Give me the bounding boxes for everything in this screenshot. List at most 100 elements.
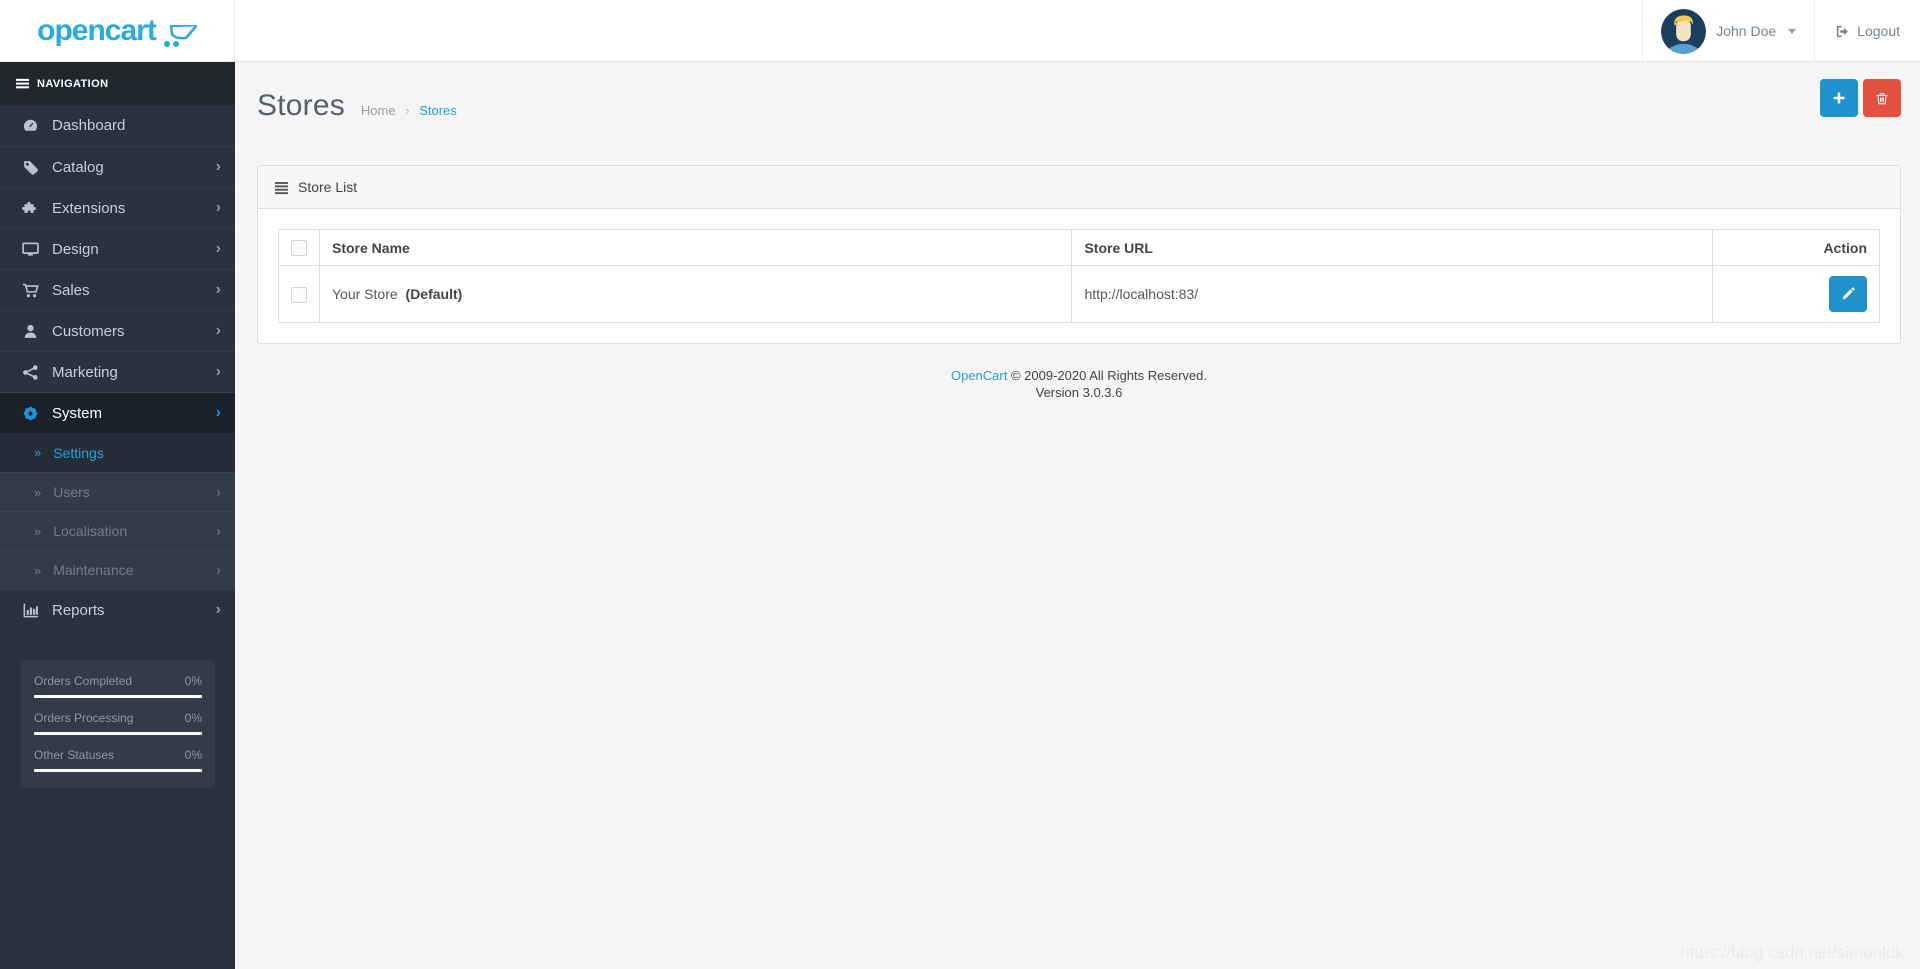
chevron-right-icon: ›	[215, 199, 221, 216]
stat-label: Other Statuses	[34, 748, 115, 762]
chevron-right-icon: ›	[216, 561, 221, 579]
select-all-checkbox[interactable]	[291, 240, 307, 257]
trash-icon	[1875, 91, 1889, 106]
sidebar-item-marketing[interactable]: Marketing ›	[0, 351, 235, 392]
watermark: https://blog.csdn.net/simonluk	[1680, 943, 1904, 962]
delete-store-button[interactable]	[1863, 79, 1901, 117]
progress-bar	[34, 695, 202, 698]
tag-icon	[22, 159, 39, 176]
navigation-header: NAVIGATION	[0, 62, 235, 105]
version-text: Version 3.0.3.6	[1035, 385, 1123, 401]
chevron-right-icon: ›	[215, 363, 221, 380]
sidebar-item-customers[interactable]: Customers ›	[0, 310, 235, 351]
sidebar-item-label: Sales	[52, 281, 90, 299]
page-actions	[1820, 77, 1901, 117]
stat-label: Orders Completed	[34, 674, 133, 688]
monitor-icon	[22, 241, 39, 258]
plus-icon	[1832, 91, 1846, 105]
sidebar-item-system[interactable]: System ›	[0, 392, 235, 433]
list-icon	[274, 180, 289, 195]
sidebar-item-catalog[interactable]: Catalog ›	[0, 146, 235, 187]
store-name: Your Store	[332, 286, 398, 303]
logout-button[interactable]: Logout	[1814, 0, 1920, 62]
store-url-cell: http://localhost:83/	[1071, 265, 1713, 324]
main-content: Stores Home › Stores Store List Store Na…	[235, 62, 1920, 969]
sidebar-item-dashboard[interactable]: Dashboard	[0, 105, 235, 146]
bar-chart-icon	[22, 602, 39, 619]
user-icon	[22, 323, 39, 340]
sidebar-item-label: Design	[52, 240, 99, 258]
page-header: Stores Home › Stores	[257, 77, 1901, 150]
top-header: opencart John Doe Logout	[0, 0, 1920, 62]
logo-text: opencart	[37, 14, 157, 47]
stat-orders-completed: Orders Completed 0%	[34, 674, 202, 698]
chevron-right-icon: ›	[215, 158, 221, 175]
sidebar-item-settings[interactable]: » Settings	[0, 433, 235, 472]
column-store-url: Store URL	[1071, 228, 1713, 267]
chevron-right-icon: ›	[215, 281, 221, 298]
sidebar-item-label: Dashboard	[52, 117, 126, 134]
panel-title: Store List	[298, 179, 358, 195]
sidebar-item-label: System	[52, 404, 103, 422]
sidebar-item-localisation[interactable]: » Localisation ›	[0, 511, 235, 550]
stat-value: 0%	[184, 674, 202, 688]
logout-label: Logout	[1857, 23, 1900, 39]
stat-value: 0%	[184, 711, 202, 725]
action-cell	[1711, 265, 1881, 324]
chevron-right-icon: ›	[216, 483, 221, 501]
avatar	[1661, 8, 1707, 54]
sidebar-item-label: Marketing	[52, 363, 118, 381]
breadcrumb-separator: ›	[405, 103, 410, 118]
order-stats-panel: Orders Completed 0% Orders Processing 0%…	[21, 660, 215, 788]
store-name-default-badge: (Default)	[405, 286, 463, 303]
copyright-text: © 2009-2020 All Rights Reserved.	[1010, 368, 1208, 384]
dashboard-icon	[22, 117, 39, 134]
double-angle-icon: »	[34, 484, 42, 500]
double-angle-icon: »	[34, 562, 42, 578]
sidebar-item-extensions[interactable]: Extensions ›	[0, 187, 235, 228]
sub-item-label: Users	[53, 484, 90, 500]
chevron-right-icon: ›	[216, 522, 221, 540]
sidebar-item-label: Catalog	[52, 158, 104, 176]
sidebar-item-users[interactable]: » Users ›	[0, 472, 235, 511]
sidebar-item-design[interactable]: Design ›	[0, 228, 235, 269]
chevron-right-icon: ›	[215, 240, 221, 257]
sidebar-menu: Dashboard Catalog › Extensions › Design …	[0, 105, 235, 433]
row-checkbox[interactable]	[291, 286, 307, 303]
sidebar-item-reports[interactable]: Reports ›	[0, 589, 235, 630]
chevron-right-icon: ›	[215, 601, 221, 618]
breadcrumb-stores-link[interactable]: Stores	[419, 103, 457, 118]
store-table: Store Name Store URL Action Your Store (…	[278, 228, 1881, 324]
sidebar-item-maintenance[interactable]: » Maintenance ›	[0, 550, 235, 589]
column-action: Action	[1711, 228, 1881, 267]
gear-icon	[22, 405, 39, 422]
system-submenu: » Settings » Users › » Localisation › » …	[0, 433, 235, 589]
table-row: Your Store (Default) http://localhost:83…	[278, 265, 1881, 324]
opencart-footer-link[interactable]: OpenCart	[951, 368, 1007, 383]
store-list-panel: Store List Store Name Store URL Action Y…	[257, 165, 1901, 345]
sidebar-item-label: Reports	[52, 601, 105, 619]
stat-orders-processing: Orders Processing 0%	[34, 711, 202, 735]
user-menu[interactable]: John Doe	[1642, 0, 1814, 62]
progress-bar	[34, 732, 202, 735]
navigation-label: NAVIGATION	[37, 77, 109, 90]
pencil-icon	[1841, 287, 1855, 301]
chevron-right-icon: ›	[215, 404, 221, 421]
footer: OpenCart © 2009-2020 All Rights Reserved…	[257, 367, 1901, 401]
edit-store-button[interactable]	[1829, 276, 1867, 313]
caret-down-icon	[1788, 28, 1797, 34]
chevron-right-icon: ›	[215, 322, 221, 339]
opencart-logo[interactable]: opencart	[0, 0, 235, 62]
page-title: Stores	[257, 89, 345, 122]
share-icon	[22, 364, 39, 381]
stat-label: Orders Processing	[34, 711, 134, 725]
cart-logo-icon	[163, 25, 197, 47]
sidebar-item-sales[interactable]: Sales ›	[0, 269, 235, 310]
add-store-button[interactable]	[1820, 79, 1858, 117]
progress-bar	[34, 769, 202, 772]
sub-item-label: Settings	[53, 444, 104, 461]
sub-item-label: Maintenance	[53, 562, 134, 578]
sidebar-item-label: Extensions	[52, 199, 126, 217]
panel-heading: Store List	[258, 166, 1900, 209]
breadcrumb-home-link[interactable]: Home	[361, 103, 396, 118]
